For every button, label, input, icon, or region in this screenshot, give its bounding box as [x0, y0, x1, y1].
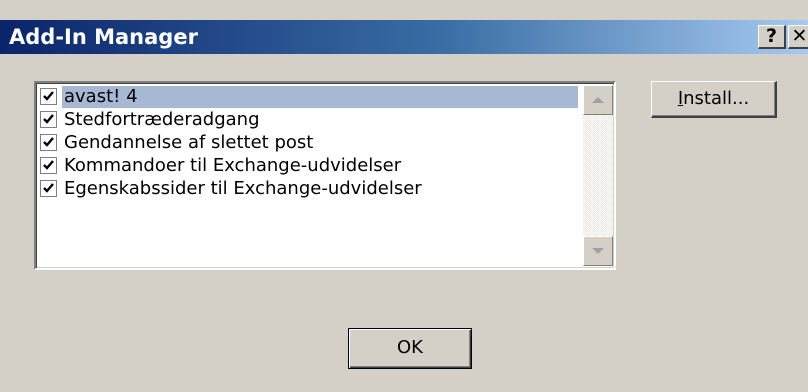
scroll-down-button[interactable] — [583, 236, 613, 266]
list-item-label: Gendannelse af slettet post — [64, 131, 314, 153]
install-label: nstall... — [683, 88, 750, 109]
vertical-scrollbar[interactable] — [583, 85, 613, 266]
list-item[interactable]: avast! 4 — [38, 85, 586, 108]
close-button[interactable]: ✕ — [788, 25, 808, 49]
checkmark-icon — [43, 114, 54, 124]
scroll-up-button[interactable] — [583, 85, 613, 115]
checkmark-icon — [43, 183, 54, 193]
list-item-label: Egenskabssider til Exchange-udvidelser — [64, 177, 422, 199]
checkmark-icon — [43, 91, 54, 101]
checkbox[interactable] — [40, 88, 57, 105]
add-in-manager-dialog: Add-In Manager ? ✕ avast! 4 Stedfortræde… — [0, 0, 808, 392]
arrow-up-icon — [592, 97, 604, 103]
list-item[interactable]: Gendannelse af slettet post — [38, 131, 586, 154]
install-button[interactable]: Install... — [651, 81, 777, 118]
add-ins-list-items: avast! 4 Stedfortræderadgang Gendannelse… — [38, 85, 586, 200]
checkbox[interactable] — [40, 180, 57, 197]
add-ins-list[interactable]: avast! 4 Stedfortræderadgang Gendannelse… — [34, 81, 616, 270]
arrow-down-icon — [592, 248, 604, 254]
window-title: Add-In Manager — [9, 25, 198, 49]
list-item-label: avast! 4 — [62, 85, 578, 108]
checkbox[interactable] — [40, 111, 57, 128]
list-item[interactable]: Stedfortræderadgang — [38, 108, 586, 131]
checkbox[interactable] — [40, 157, 57, 174]
checkmark-icon — [43, 137, 54, 147]
list-item[interactable]: Kommandoer til Exchange-udvidelser — [38, 154, 586, 177]
ok-button[interactable]: OK — [348, 328, 472, 369]
checkmark-icon — [43, 160, 54, 170]
list-item[interactable]: Egenskabssider til Exchange-udvidelser — [38, 177, 586, 200]
help-button[interactable]: ? — [758, 25, 786, 49]
title-bar[interactable]: Add-In Manager ? ✕ — [0, 20, 808, 54]
list-item-label: Kommandoer til Exchange-udvidelser — [64, 154, 402, 176]
list-item-label: Stedfortræderadgang — [64, 108, 260, 130]
checkbox[interactable] — [40, 134, 57, 151]
